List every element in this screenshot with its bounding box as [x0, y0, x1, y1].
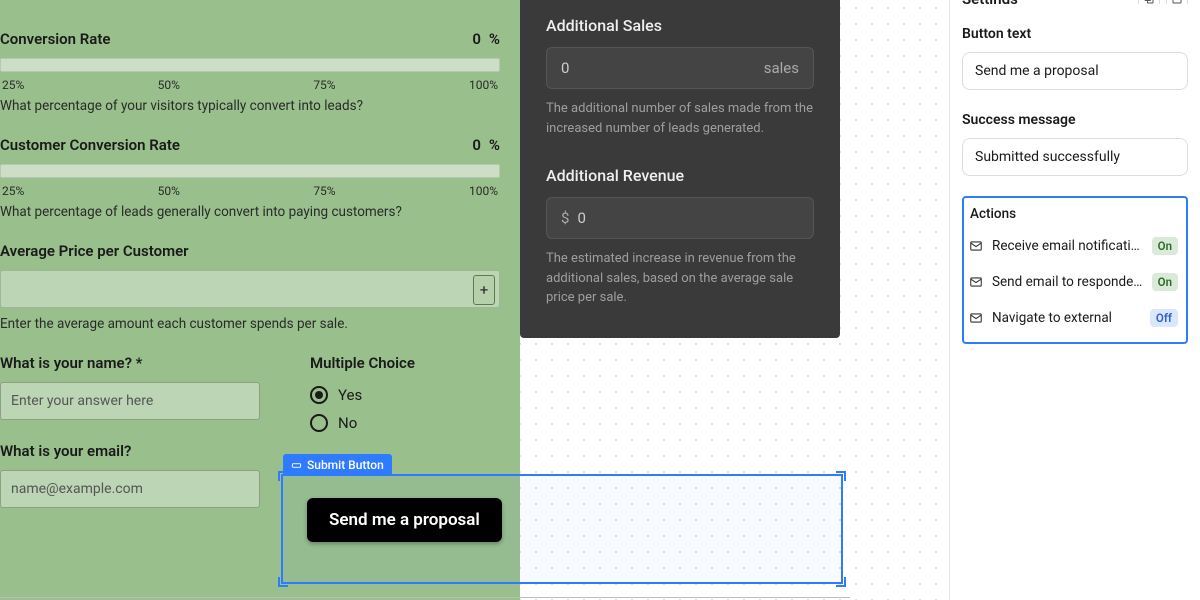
actions-panel: Actions Receive email notificati… On Sen…	[962, 196, 1188, 344]
customer-conversion-field: Customer Conversion Rate 0 % 25% 50% 75%…	[0, 136, 500, 220]
mail-icon	[968, 311, 984, 325]
resize-handle-tl[interactable]	[278, 471, 288, 481]
field-label: Customer Conversion Rate	[0, 136, 180, 154]
status-badge: On	[1152, 237, 1178, 255]
slider[interactable]	[0, 58, 500, 72]
button-text-input[interactable]: Send me a proposal	[962, 52, 1188, 90]
field-unit: %	[489, 30, 500, 48]
field-label: Conversion Rate	[0, 30, 110, 48]
additional-revenue-value: $ 0	[546, 197, 814, 239]
additional-sales-label: Additional Sales	[546, 16, 814, 35]
additional-sales-value: 0 sales	[546, 47, 814, 89]
actions-title: Actions	[966, 204, 1180, 228]
field-helper: Enter the average amount each customer s…	[0, 316, 500, 332]
sidebar-title: Settings	[962, 0, 1018, 4]
radio-yes[interactable]: Yes	[310, 386, 415, 404]
settings-sidebar: Settings Button text Send me a proposal …	[950, 0, 1200, 600]
resize-handle-tr[interactable]	[836, 471, 846, 481]
field-label: What is your email?	[0, 442, 131, 460]
expand-icon[interactable]	[1166, 0, 1188, 4]
stepper-up-icon[interactable]: +	[473, 275, 495, 305]
success-message-label: Success message	[962, 112, 1188, 128]
field-label: What is your name? *	[0, 354, 142, 372]
action-send-email[interactable]: Send email to responde… On	[966, 264, 1180, 300]
field-unit: %	[489, 136, 500, 154]
name-input[interactable]: Enter your answer here	[0, 382, 260, 420]
success-message-input[interactable]: Submitted successfully	[962, 138, 1188, 176]
slider[interactable]	[0, 164, 500, 178]
slider-ticks: 25% 50% 75% 100%	[0, 184, 500, 198]
field-value: 0	[472, 136, 481, 154]
name-field: What is your name? * Enter your answer h…	[0, 354, 260, 420]
field-label: Multiple Choice	[310, 354, 415, 372]
field-helper: What percentage of leads generally conve…	[0, 204, 500, 220]
email-input[interactable]: name@example.com	[0, 470, 260, 508]
multiple-choice-field: Multiple Choice Yes No	[310, 354, 415, 432]
submit-button-selection[interactable]: Submit Button Send me a proposal	[281, 474, 843, 584]
price-input[interactable]: +	[0, 270, 500, 308]
action-receive-email[interactable]: Receive email notificati… On	[966, 228, 1180, 264]
slider-ticks: 25% 50% 75% 100%	[0, 78, 500, 92]
resize-handle-br[interactable]	[836, 577, 846, 587]
results-panel: Additional Sales 0 sales The additional …	[520, 0, 840, 338]
status-badge: On	[1152, 273, 1178, 291]
lead-conversion-field: Conversion Rate 0 % 25% 50% 75% 100% Wha…	[0, 30, 500, 114]
editor-canvas[interactable]: Conversion Rate 0 % 25% 50% 75% 100% Wha…	[0, 0, 950, 600]
copy-icon[interactable]	[1138, 0, 1160, 4]
field-helper: What percentage of your visitors typical…	[0, 98, 500, 114]
action-navigate-external[interactable]: Navigate to external Off	[966, 300, 1180, 336]
divider	[0, 597, 850, 598]
button-text-label: Button text	[962, 26, 1188, 42]
field-label: Average Price per Customer	[0, 242, 189, 260]
selection-tag[interactable]: Submit Button	[283, 454, 392, 476]
button-icon	[291, 460, 302, 471]
additional-revenue-label: Additional Revenue	[546, 166, 814, 185]
additional-revenue-help: The estimated increase in revenue from t…	[546, 249, 814, 308]
email-field: What is your email? name@example.com	[0, 442, 260, 508]
mail-icon	[968, 275, 984, 289]
mail-icon	[968, 239, 984, 253]
resize-handle-bl[interactable]	[278, 577, 288, 587]
submit-button[interactable]: Send me a proposal	[307, 498, 502, 542]
field-value: 0	[472, 30, 481, 48]
price-field: Average Price per Customer + Enter the a…	[0, 242, 500, 332]
radio-no[interactable]: No	[310, 414, 415, 432]
additional-sales-help: The additional number of sales made from…	[546, 99, 814, 138]
status-badge: Off	[1150, 309, 1178, 327]
